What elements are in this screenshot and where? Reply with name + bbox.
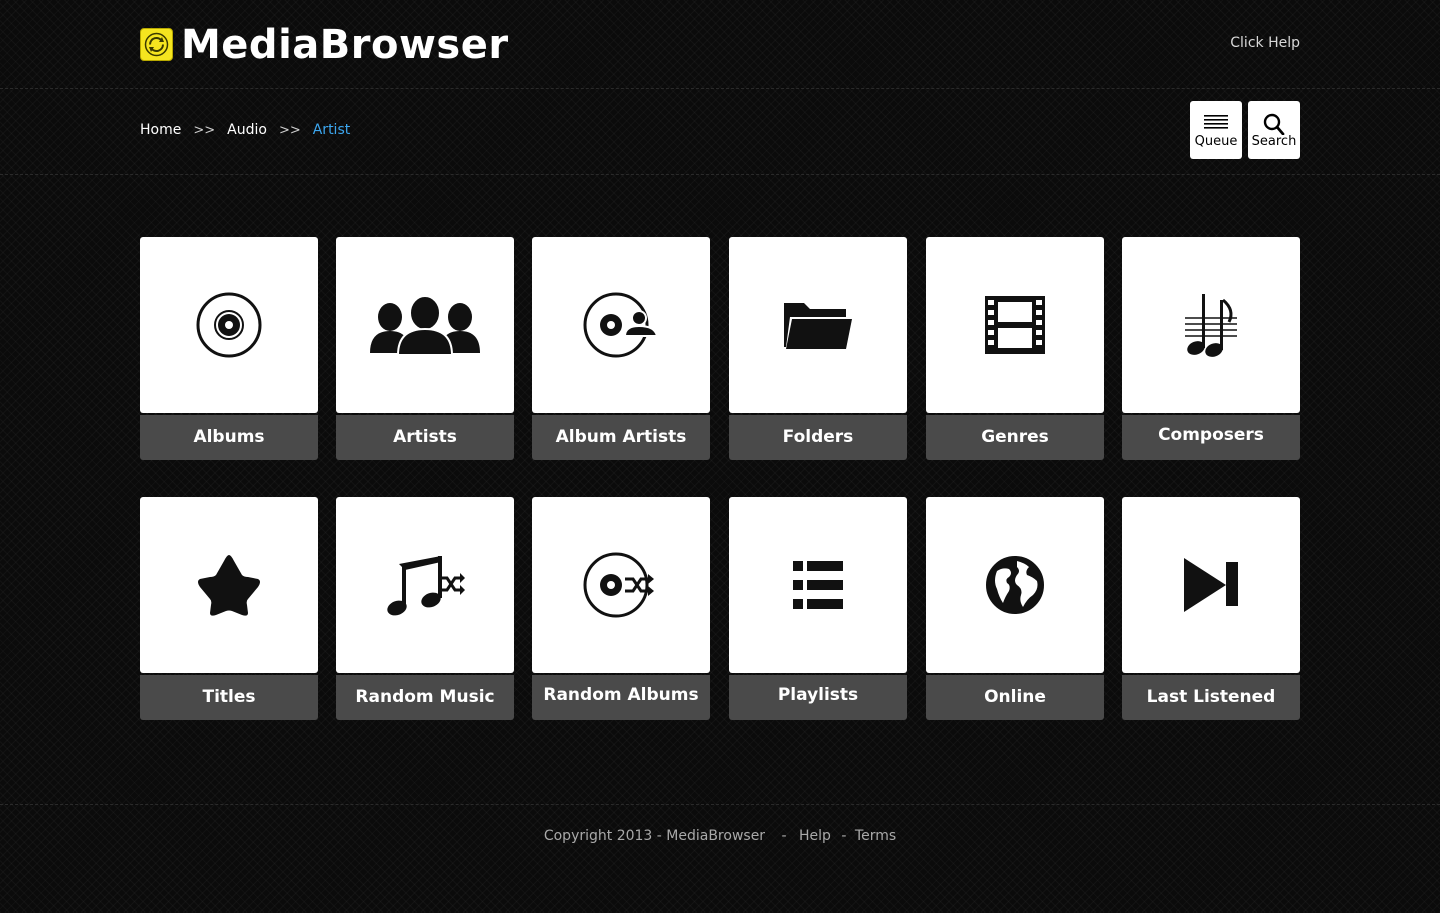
footer-separator: - xyxy=(781,828,787,844)
tile-albums[interactable]: Albums xyxy=(140,237,318,460)
search-label: Search xyxy=(1251,134,1297,149)
tile-label: Folders xyxy=(729,415,907,460)
footer-text: Copyright 2013 - MediaBrowser - Help - T… xyxy=(0,828,1440,844)
brand-title[interactable]: MediaBrowser xyxy=(181,20,509,70)
tile-label: Last Listened xyxy=(1122,675,1300,720)
tile-icon-box xyxy=(926,497,1104,673)
tile-icon-box xyxy=(729,497,907,673)
star-icon xyxy=(198,555,260,616)
disc-icon xyxy=(196,292,262,358)
globe-icon xyxy=(986,556,1044,614)
tile-titles[interactable]: Titles xyxy=(140,497,318,720)
music-score-icon xyxy=(1185,294,1237,357)
tile-icon-box xyxy=(532,497,710,673)
breadcrumb-separator: >> xyxy=(193,122,216,138)
film-icon xyxy=(985,296,1045,354)
breadcrumb-separator: >> xyxy=(278,122,301,138)
tile-icon-box xyxy=(1122,497,1300,673)
tile-composers[interactable]: Composers xyxy=(1122,237,1300,460)
tile-icon-box xyxy=(1122,237,1300,413)
navigation-bar: Home >> Audio >> Artist Queue Search xyxy=(0,89,1440,175)
copyright-text: Copyright 2013 - MediaBrowser xyxy=(543,828,766,844)
music-shuffle-icon xyxy=(387,556,465,616)
tile-icon-box xyxy=(336,237,514,413)
skip-next-icon xyxy=(1184,558,1238,612)
tile-random-music[interactable]: Random Music xyxy=(336,497,514,720)
tile-album-artists[interactable]: Album Artists xyxy=(532,237,710,460)
queue-button[interactable]: Queue xyxy=(1190,101,1242,159)
queue-label: Queue xyxy=(1194,134,1238,149)
search-button[interactable]: Search xyxy=(1248,101,1300,159)
footer-separator: - xyxy=(841,828,847,844)
tile-playlists[interactable]: Playlists xyxy=(729,497,907,720)
app-logo-icon[interactable] xyxy=(140,28,173,61)
tile-icon-box xyxy=(532,237,710,413)
tile-icon-box xyxy=(140,237,318,413)
footer: Copyright 2013 - MediaBrowser - Help - T… xyxy=(0,804,1440,913)
breadcrumb: Home >> Audio >> Artist xyxy=(140,122,350,138)
tile-label: Random Music xyxy=(336,675,514,720)
tile-label: Genres xyxy=(926,415,1104,460)
tile-label: Composers xyxy=(1122,415,1300,460)
footer-help-link[interactable]: Help xyxy=(799,828,831,844)
tile-label: Playlists xyxy=(729,675,907,720)
queue-icon xyxy=(1204,115,1228,129)
tile-icon-box xyxy=(140,497,318,673)
tile-folders[interactable]: Folders xyxy=(729,237,907,460)
tile-last-listened[interactable]: Last Listened xyxy=(1122,497,1300,720)
tile-icon-box xyxy=(926,237,1104,413)
tile-label: Random Albums xyxy=(532,675,710,720)
breadcrumb-home[interactable]: Home xyxy=(140,122,181,138)
tile-label: Titles xyxy=(140,675,318,720)
breadcrumb-audio[interactable]: Audio xyxy=(227,122,267,138)
search-icon xyxy=(1263,113,1285,135)
tile-artists[interactable]: Artists xyxy=(336,237,514,460)
tile-label: Artists xyxy=(336,415,514,460)
tile-label: Online xyxy=(926,675,1104,720)
tile-label: Albums xyxy=(140,415,318,460)
tile-label: Album Artists xyxy=(532,415,710,460)
tile-online[interactable]: Online xyxy=(926,497,1104,720)
help-link[interactable]: Click Help xyxy=(1230,35,1300,51)
tile-icon-box xyxy=(336,497,514,673)
tile-icon-box xyxy=(729,237,907,413)
footer-terms-link[interactable]: Terms xyxy=(855,828,896,844)
list-icon xyxy=(793,561,843,609)
tile-genres[interactable]: Genres xyxy=(926,237,1104,460)
users-icon xyxy=(370,295,480,355)
folder-icon xyxy=(784,303,852,349)
disc-user-icon xyxy=(583,292,659,358)
breadcrumb-artist[interactable]: Artist xyxy=(313,122,351,138)
tile-random-albums[interactable]: Random Albums xyxy=(532,497,710,720)
header: MediaBrowser Click Help xyxy=(0,0,1440,89)
disc-shuffle-icon xyxy=(583,552,654,618)
